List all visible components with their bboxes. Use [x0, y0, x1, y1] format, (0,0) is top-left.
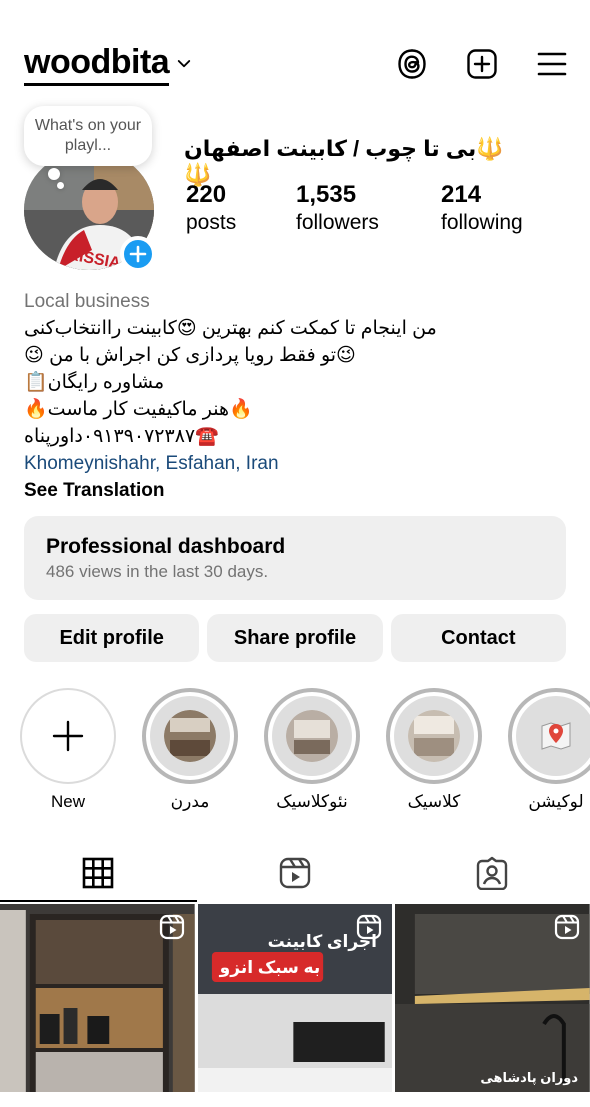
professional-dashboard[interactable]: Professional dashboard 486 views in the …	[24, 516, 566, 600]
see-translation-link[interactable]: See Translation	[24, 477, 566, 504]
note-bubble[interactable]: What's on your playl...	[24, 106, 152, 166]
post-thumbnail[interactable]: دوران پادشاهی	[395, 904, 590, 1092]
profile-tabs	[0, 848, 590, 902]
highlight-ring[interactable]	[386, 688, 482, 784]
plus-icon	[52, 720, 84, 752]
dashboard-title: Professional dashboard	[46, 535, 286, 558]
username[interactable]: woodbita	[24, 43, 170, 86]
posts-count: 220	[186, 181, 227, 208]
highlight-ring[interactable]	[508, 688, 590, 784]
followers-count: 1,535	[296, 181, 357, 208]
highlight-cover	[150, 696, 230, 776]
highlight-location[interactable]: لوکیشن	[508, 688, 590, 818]
highlight-label: کلاسیک	[407, 792, 461, 811]
profile-actions: Edit profile Share profile Contact	[24, 614, 566, 662]
story-highlights: New مدرن نئوکلاسیک کلاسیک لوکیشن	[20, 688, 590, 818]
note-bubble-tail	[48, 168, 60, 180]
following-count: 214	[441, 181, 482, 208]
highlight-photo	[164, 710, 216, 762]
post-overlay-caption: دوران پادشاهی	[480, 1070, 579, 1085]
highlight-ring[interactable]	[142, 688, 238, 784]
menu-icon[interactable]	[536, 48, 568, 80]
reel-badge-icon	[159, 914, 184, 940]
share-profile-button[interactable]: Share profile	[207, 614, 383, 662]
following-stat[interactable]: 214 following	[441, 180, 551, 236]
plus-icon	[129, 245, 147, 263]
profile-avatar[interactable]: RISSIA	[24, 150, 156, 280]
posts-label: posts	[186, 211, 237, 234]
bio-line: ☎️۰۹۱۳۹۰۷۲۳۸۷داورپناه	[24, 426, 219, 447]
reel-badge-icon	[554, 914, 580, 940]
highlight-label: مدرن	[170, 792, 210, 811]
highlight-new[interactable]: New	[20, 688, 116, 818]
highlight-cover	[516, 696, 590, 776]
highlight-ring[interactable]	[20, 688, 116, 784]
bio-line: 🔥هنر ماکیفیت کار ماست🔥	[24, 399, 253, 420]
map-pin-icon	[541, 722, 571, 750]
post-thumbnail[interactable]: اجرای کابینت به سبک انزو	[197, 904, 393, 1092]
add-post-icon[interactable]	[466, 48, 498, 80]
highlight-photo	[286, 710, 338, 762]
grid-icon	[83, 857, 114, 889]
highlight-label: لوکیشن	[528, 792, 584, 811]
highlight-neoclassic[interactable]: نئوکلاسیک	[264, 688, 360, 818]
posts-grid: اجرای کابینت به سبک انزو دوران پادشاهی	[0, 904, 590, 1092]
profile-bio: Local business من اینجام تا کمکت کنم بهت…	[24, 288, 566, 504]
note-bubble-tail-small	[57, 182, 64, 189]
highlight-label: New	[50, 792, 85, 811]
highlight-modern[interactable]: مدرن	[142, 688, 238, 818]
highlight-label: نئوکلاسیک	[276, 792, 348, 811]
chevron-down-icon[interactable]	[175, 55, 193, 73]
reel-badge-icon	[357, 914, 382, 940]
bio-line: 😉تو فقط رویا پردازی کن اجراش با من 😉	[24, 345, 356, 366]
business-category: Local business	[24, 291, 150, 312]
post-thumbnail[interactable]	[0, 904, 195, 1092]
dashboard-subtitle: 486 views in the last 30 days.	[46, 562, 269, 581]
account-switcher[interactable]: woodbita	[24, 43, 193, 86]
bio-line: من اینجام تا کمکت کنم بهترین 😍کابینت راا…	[24, 318, 437, 339]
tab-tagged[interactable]	[393, 848, 590, 898]
contact-button[interactable]: Contact	[390, 614, 566, 662]
following-label: following	[441, 211, 523, 234]
highlight-cover	[394, 696, 474, 776]
tab-reels[interactable]	[197, 848, 394, 898]
tab-grid[interactable]	[0, 848, 197, 902]
highlight-classic[interactable]: کلاسیک	[386, 688, 482, 818]
followers-stat[interactable]: 1,535 followers	[296, 180, 441, 236]
post-overlay-subtitle: به سبک انزو	[219, 958, 321, 977]
threads-icon[interactable]	[396, 48, 428, 80]
profile-stats: 220 posts 1,535 followers 214 following	[186, 180, 551, 236]
posts-stat[interactable]: 220 posts	[186, 180, 296, 236]
highlight-cover	[272, 696, 352, 776]
highlight-photo	[408, 710, 460, 762]
highlight-ring[interactable]	[264, 688, 360, 784]
followers-label: followers	[296, 211, 379, 234]
reels-icon	[279, 857, 311, 889]
bio-line: مشاوره رایگان📋	[24, 372, 165, 393]
tagged-icon	[476, 856, 507, 890]
edit-profile-button[interactable]: Edit profile	[24, 614, 200, 662]
profile-header: woodbita	[24, 40, 568, 88]
add-story-button[interactable]	[120, 236, 156, 272]
location-link[interactable]: Khomeynishahr, Esfahan, Iran	[24, 450, 566, 477]
